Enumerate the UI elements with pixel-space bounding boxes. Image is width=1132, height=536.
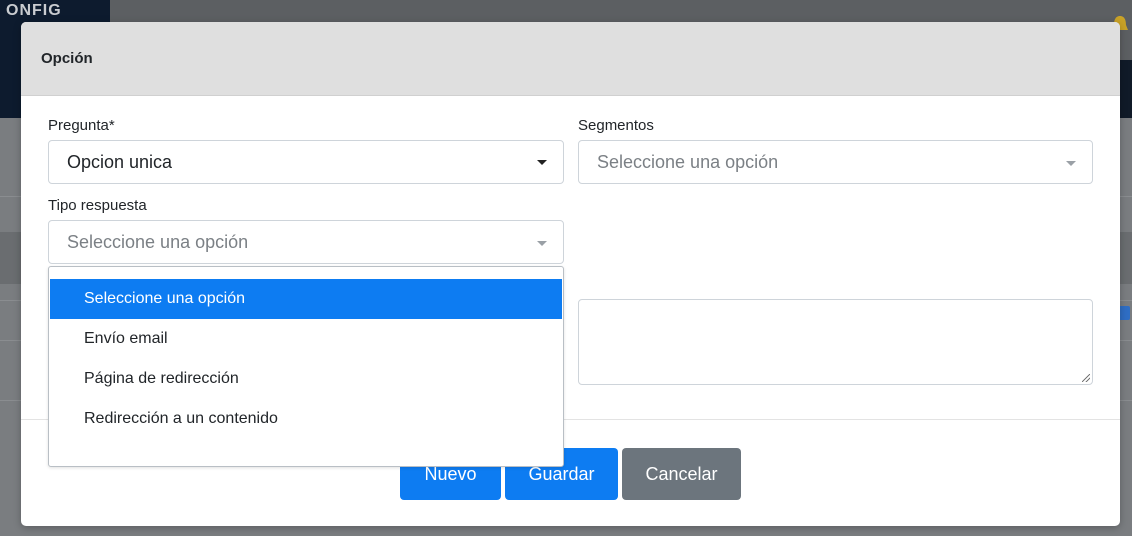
option-modal: Opción Pregunta* Opcion unica Segmentos …	[21, 22, 1120, 526]
pregunta-label: Pregunta*	[48, 117, 115, 134]
dropdown-option[interactable]: Envío email	[50, 319, 562, 359]
logo-text: ONFIG	[6, 2, 62, 19]
tipo-respuesta-placeholder: Seleccione una opción	[67, 231, 249, 252]
chevron-down-icon	[537, 241, 547, 246]
pregunta-value: Opcion unica	[67, 151, 173, 172]
resize-handle-icon[interactable]	[1082, 374, 1090, 382]
text-area[interactable]	[578, 299, 1093, 385]
dropdown-option[interactable]: Seleccione una opción	[50, 279, 562, 319]
tipo-respuesta-label: Tipo respuesta	[48, 197, 147, 214]
segmentos-placeholder: Seleccione una opción	[597, 151, 779, 172]
tipo-respuesta-select[interactable]: Seleccione una opción	[48, 220, 564, 264]
dropdown-option[interactable]: Redirección a un contenido	[50, 399, 562, 439]
pregunta-select[interactable]: Opcion unica	[48, 140, 564, 184]
chevron-down-icon	[1066, 161, 1076, 166]
modal-title: Opción	[41, 50, 93, 67]
segmentos-select[interactable]: Seleccione una opción	[578, 140, 1093, 184]
modal-header: Opción	[21, 22, 1120, 96]
dropdown-option[interactable]: Página de redirección	[50, 359, 562, 399]
chevron-down-icon	[537, 160, 547, 165]
cancel-button[interactable]: Cancelar	[622, 448, 741, 500]
tipo-respuesta-dropdown: Seleccione una opción Envío email Página…	[48, 266, 564, 467]
segmentos-label: Segmentos	[578, 117, 654, 134]
